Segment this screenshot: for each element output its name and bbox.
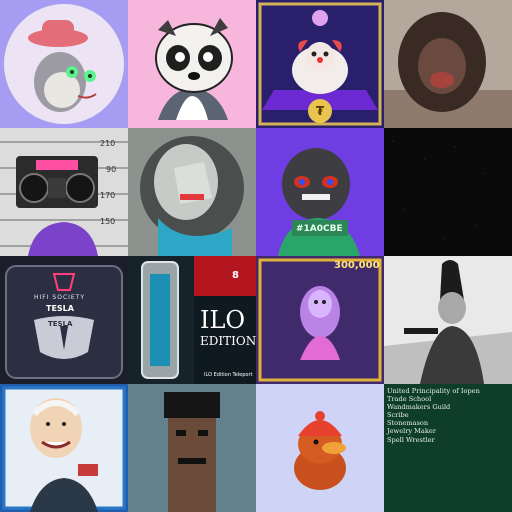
nft-tile-ilo-teleport[interactable]: 8 ILO EDITION ILO Edition Teleport [128,256,256,384]
nft-gallery-grid: ₮ 210 90 170 150 #1A0CBE HIFI SOCIETY TE… [0,0,512,512]
nft-tile-masked-character[interactable]: #1A0CBE [256,128,384,256]
nft-tile-cyber-robot[interactable]: 300,000 [256,256,384,384]
price-label: 300,000 [334,260,380,271]
nft-tile-blurred-portrait[interactable] [384,0,512,128]
brand-label: HIFI SOCIETY [34,294,86,301]
nft-tile-clown-stage[interactable]: ₮ [256,0,384,128]
nft-tile-hifi-tesla[interactable]: HIFI SOCIETY TESLA TESLA [0,256,128,384]
nft-tile-caricature-portrait[interactable] [0,384,128,512]
guild-list: United Principality of Iopen Trade Schoo… [384,384,512,444]
coin-badge: ₮ [308,99,332,123]
svg-text:170: 170 [100,191,115,200]
nft-tile-boombox-head[interactable]: 210 90 170 150 [0,128,128,256]
list-item: Scribe [387,411,409,420]
tesla-label: TESLA [46,304,74,313]
list-item: Trade School [387,395,432,404]
nft-tile-lemur[interactable] [128,0,256,128]
nft-tile-abstract-head[interactable] [128,128,256,256]
edition-title: EDITION [200,334,256,348]
list-item: Stonemason [387,419,429,428]
hashtag-label: #1A0CBE [296,224,343,234]
caption-label: ILO Edition Teleport [204,372,253,378]
list-item: Wandmakers Guild [387,403,451,412]
list-item: United Principality of Iopen [387,387,480,395]
edition-number: 8 [232,270,239,281]
list-item: Spell Wrestler [387,435,435,444]
ilo-title: ILO [200,306,246,334]
nft-tile-dark-texture[interactable] [384,128,512,256]
nft-tile-duck-beanie[interactable] [256,384,384,512]
text-list-tile[interactable]: United Principality of Iopen Trade Schoo… [384,384,512,512]
svg-text:90: 90 [106,165,116,174]
list-item: Jewelry Maker [387,427,436,436]
tesla-badge-text: TESLA [48,320,73,328]
svg-text:210: 210 [100,139,115,148]
nft-tile-noir-figure[interactable] [384,256,512,384]
svg-text:150: 150 [100,217,115,226]
nft-tile-pixel-punk[interactable] [128,384,256,512]
nft-tile-monkey-cowboy[interactable] [0,0,128,128]
